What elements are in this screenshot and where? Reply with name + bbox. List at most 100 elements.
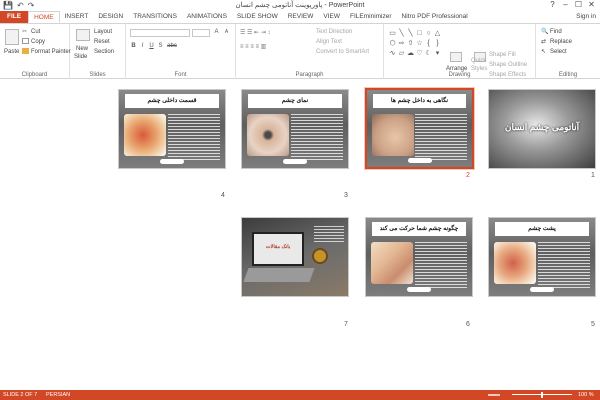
hexagon-shape-icon[interactable]: ⬡ — [388, 39, 397, 49]
shape-outline-button[interactable]: Shape Outline — [489, 61, 527, 69]
underline-button[interactable]: U — [148, 43, 155, 50]
oval-shape-icon[interactable]: ○ — [424, 29, 433, 39]
slide-title: آناتومی چشم انسان — [504, 122, 580, 132]
text-direction-button[interactable]: Text Direction — [316, 28, 352, 36]
paste-button[interactable]: Paste — [4, 48, 19, 56]
copy-icon — [22, 38, 29, 45]
slide-thumbnail-2[interactable]: نگاهی به داخل چشم ها — [364, 87, 475, 170]
tab-insert[interactable]: INSERT — [60, 11, 94, 23]
slide-title: قسمت داخلی چشم — [125, 94, 219, 108]
replace-button[interactable]: ⇄ Replace — [541, 38, 572, 46]
shape-fill-button[interactable]: Shape Fill — [489, 51, 516, 59]
quick-styles-button[interactable]: Quick — [471, 57, 486, 65]
slide-thumbnail-5[interactable]: پشت چشم — [488, 217, 596, 297]
arrange-button[interactable]: Arrange — [446, 65, 467, 73]
cut-button[interactable]: ✂ Cut — [22, 28, 40, 36]
editing-group: 🔍 Find ⇄ Replace ↖ Select Editing — [536, 24, 600, 79]
minimize-button[interactable]: – — [559, 0, 572, 10]
slide-thumbnail-1[interactable]: آناتومی چشم انسان — [488, 89, 596, 169]
slide-text — [291, 114, 343, 160]
quick-styles-button-line2[interactable]: Styles — [471, 65, 487, 73]
bold-button[interactable]: B — [130, 43, 137, 50]
copy-button[interactable]: Copy — [22, 38, 45, 46]
close-button[interactable]: ✕ — [585, 0, 598, 10]
view-buttons[interactable] — [488, 394, 500, 396]
shapes-gallery[interactable]: ▭ ╲ ╲ □ ○ △ ⬡ ⇨ ⇧ ☆{} ∿ ▱ ☁ ♡ ☾ ▾ — [388, 29, 442, 61]
paragraph-group-label: Paragraph — [295, 72, 324, 78]
ribbon-tabs: FILE HOME INSERT DESIGN TRANSITIONS ANIM… — [0, 11, 600, 23]
replace-icon: ⇄ — [541, 39, 547, 46]
shadow-button[interactable]: S — [157, 43, 164, 50]
decrease-font-button[interactable]: A — [223, 29, 230, 36]
tab-design[interactable]: DESIGN — [93, 11, 128, 23]
clipboard-group: Paste ✂ Cut Copy Format Painter Clipboard — [0, 24, 71, 79]
tab-animations[interactable]: ANIMATIONS — [182, 11, 232, 23]
help-button[interactable]: ? — [546, 0, 559, 10]
select-button[interactable]: ↖ Select — [541, 48, 567, 56]
line2-shape-icon[interactable]: ╲ — [406, 29, 415, 39]
zoom-level[interactable]: 100 % — [578, 390, 594, 400]
brace2-shape-icon[interactable]: } — [433, 39, 442, 49]
tab-nitro-pdf[interactable]: Nitro PDF Professional — [397, 11, 473, 23]
brace-shape-icon[interactable]: { — [424, 39, 433, 49]
callout-shape-icon[interactable]: ▱ — [397, 49, 406, 59]
slide-number: 3 — [344, 192, 348, 199]
align-icons[interactable]: ≡ ≡ ≡ ≡ ▥ — [240, 43, 266, 51]
heart-shape-icon[interactable]: ♡ — [415, 49, 424, 59]
italic-button[interactable]: I — [139, 43, 146, 50]
new-slide-button[interactable]: New — [76, 45, 88, 53]
paste-icon[interactable] — [5, 29, 19, 45]
tab-file[interactable]: FILE — [0, 11, 29, 23]
slide-thumbnail-7[interactable]: بانک مقالات — [241, 217, 349, 297]
maximize-button[interactable]: ☐ — [572, 0, 585, 10]
uparrow-shape-icon[interactable]: ⇧ — [406, 39, 415, 49]
star-shape-icon[interactable]: ☆ — [415, 39, 424, 49]
tab-fileminimizer[interactable]: FILEminimizer — [345, 11, 397, 23]
tab-transitions[interactable]: TRANSITIONS — [128, 11, 182, 23]
ribbon: Paste ✂ Cut Copy Format Painter Clipboard… — [0, 23, 600, 79]
new-slide-button-line2[interactable]: Slide — [74, 53, 87, 61]
increase-font-button[interactable]: A — [213, 29, 220, 36]
slide-text — [538, 242, 590, 288]
arrow-shape-icon[interactable]: ⇨ — [397, 39, 406, 49]
slide-thumbnail-3[interactable]: نمای چشم — [241, 89, 349, 169]
format-painter-button[interactable]: Format Painter — [22, 48, 71, 56]
convert-smartart-button[interactable]: Convert to SmartArt — [316, 48, 369, 56]
editing-group-label: Editing — [558, 72, 578, 78]
shape-effects-button[interactable]: Shape Effects — [489, 71, 526, 79]
slide-number: 5 — [591, 321, 595, 328]
tab-home[interactable]: HOME — [28, 11, 60, 23]
tab-slide-show[interactable]: SLIDE SHOW — [232, 11, 283, 23]
logo-icon — [312, 248, 328, 264]
paragraph-group: ☰ ☰ ⇤ ⇥ ↕ ≡ ≡ ≡ ≡ ▥ Text Direction Align… — [236, 24, 384, 79]
find-button[interactable]: 🔍 Find — [541, 28, 562, 36]
language-indicator[interactable]: PERSIAN — [46, 390, 70, 400]
arrange-icon[interactable] — [450, 52, 462, 62]
layout-button[interactable]: Layout — [94, 28, 112, 36]
textbox-shape-icon[interactable]: ▭ — [388, 29, 397, 39]
tab-review[interactable]: REVIEW — [283, 11, 319, 23]
slide-thumbnail-4[interactable]: قسمت داخلی چشم — [118, 89, 226, 169]
align-text-button[interactable]: Align Text — [316, 38, 342, 46]
moon-shape-icon[interactable]: ☾ — [424, 49, 433, 59]
cloud-shape-icon[interactable]: ☁ — [406, 49, 415, 59]
strikethrough-button[interactable]: abc — [166, 43, 178, 50]
bullets-icon[interactable]: ☰ ☰ ⇤ ⇥ ↕ — [240, 29, 270, 37]
triangle-shape-icon[interactable]: △ — [433, 29, 442, 39]
copy-label: Copy — [31, 39, 46, 45]
rect-shape-icon[interactable]: □ — [415, 29, 424, 39]
new-slide-icon[interactable] — [76, 29, 90, 41]
zoom-slider-thumb[interactable] — [541, 392, 543, 398]
reset-button[interactable]: Reset — [94, 38, 110, 46]
slide-thumbnail-6[interactable]: چگونه چشم شما حرکت می کند — [365, 217, 473, 297]
curve-shape-icon[interactable]: ∿ — [388, 49, 397, 59]
cut-label: Cut — [31, 29, 41, 35]
tab-view[interactable]: VIEW — [318, 11, 345, 23]
more-shapes-icon[interactable]: ▾ — [433, 49, 442, 59]
line-shape-icon[interactable]: ╲ — [397, 29, 406, 39]
font-name-box[interactable] — [130, 29, 190, 37]
slide-text — [314, 226, 344, 244]
sign-in-link[interactable]: Sign in — [576, 13, 596, 20]
font-size-box[interactable] — [192, 29, 210, 37]
section-button[interactable]: Section — [94, 48, 114, 56]
